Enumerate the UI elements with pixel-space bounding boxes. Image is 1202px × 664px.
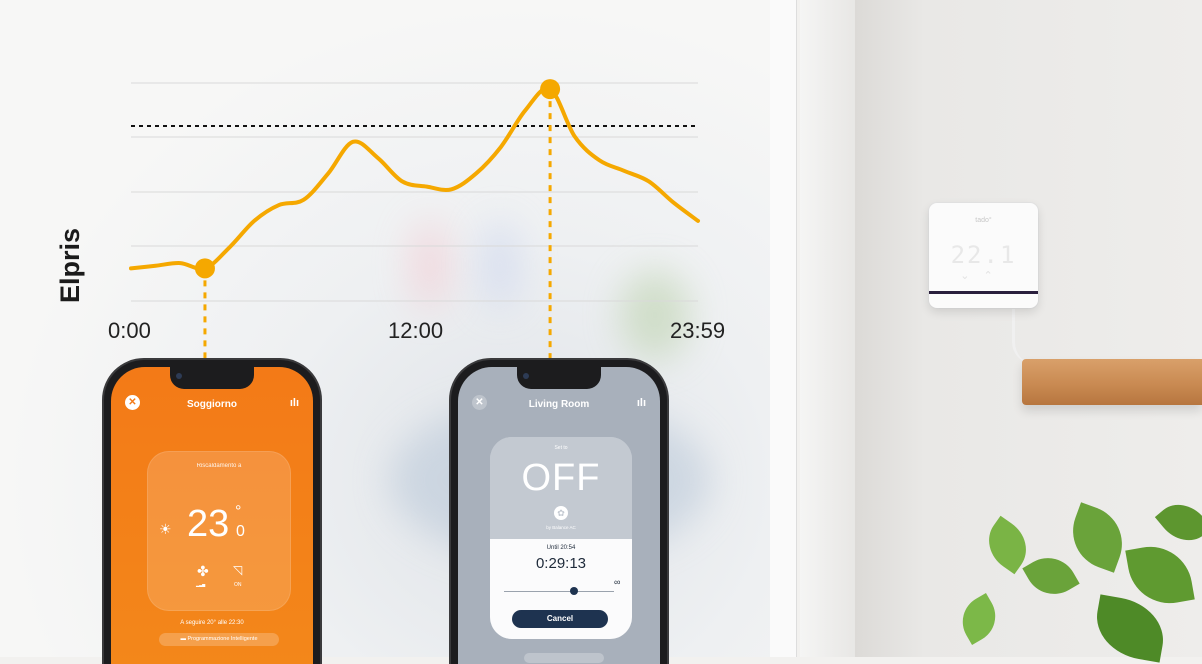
phone-screen: ✕ Soggiorno ılı Riscaldamento a ☀ 23 ° 0… [111, 367, 313, 664]
schedule-button[interactable] [524, 653, 604, 663]
until-label: Until 20:54 [546, 545, 576, 551]
chart-grid [131, 82, 698, 302]
sun-icon: ☀ [159, 521, 172, 537]
set-to-label: Set to [554, 445, 568, 451]
cancel-button[interactable]: Cancel [512, 610, 608, 628]
stats-icon[interactable]: ılı [290, 397, 299, 409]
mode-label: Riscaldamento a [196, 463, 242, 469]
smart-schedule-label: Programmazione Intelligente [187, 636, 258, 642]
x-tick-label: 0:00 [108, 318, 151, 343]
phone-ac-app: ✕ Living Room ılı Set to OFF ✿ by Balanc… [451, 360, 667, 664]
x-tick-label: 23:59 [670, 318, 726, 343]
swing-icon[interactable]: ◹ [233, 563, 242, 577]
phone-notch [517, 367, 601, 389]
countdown-timer: 0:29:13 [535, 555, 587, 572]
camera-icon [176, 373, 182, 379]
duration-slider-track[interactable] [504, 591, 614, 592]
duration-slider-handle[interactable] [570, 587, 578, 595]
swing-label: ON [234, 582, 242, 588]
phone-screen: ✕ Living Room ılı Set to OFF ✿ by Balanc… [458, 367, 660, 664]
highlight-drop-lines [203, 89, 552, 362]
ac-state: OFF [521, 457, 601, 499]
phone-heating-app: ✕ Soggiorno ılı Riscaldamento a ☀ 23 ° 0… [104, 360, 320, 664]
by-balance-label: by Balance AC [546, 525, 576, 530]
temperature-value: 23 [187, 503, 230, 545]
x-tick-label: 12:00 [388, 318, 444, 343]
fan-level-icon: ▂▃▅ [196, 582, 206, 587]
room-title: Soggiorno [187, 399, 237, 410]
highlight-point [194, 258, 215, 279]
smart-schedule-button[interactable]: ▬ Programmazione Intelligente [159, 633, 279, 646]
highlight-point [540, 79, 561, 100]
stats-icon[interactable]: ılı [637, 397, 646, 409]
price-line [129, 86, 700, 271]
calendar-icon: ▬ [180, 636, 188, 642]
degree-symbol: ° [235, 503, 242, 520]
temperature-decimal: 0 [236, 523, 245, 540]
temperature-card[interactable]: Riscaldamento a ☀ 23 ° 0 ✤ ▂▃▅ ◹ ON [147, 451, 291, 611]
infinity-icon[interactable]: ∞ [614, 577, 620, 587]
fan-icon[interactable]: ✤ [197, 563, 209, 580]
room-title: Living Room [528, 399, 590, 410]
highlight-points [194, 79, 561, 279]
camera-icon [523, 373, 529, 379]
ac-status-card: Set to OFF ✿ by Balance AC Until 20:54 0… [490, 437, 632, 639]
y-axis-label: Elpris [55, 227, 85, 303]
next-schedule-text: A seguire 20° alle 22:30 [180, 620, 244, 626]
phone-notch [170, 367, 254, 389]
balance-ac-icon: ✿ [554, 506, 568, 520]
